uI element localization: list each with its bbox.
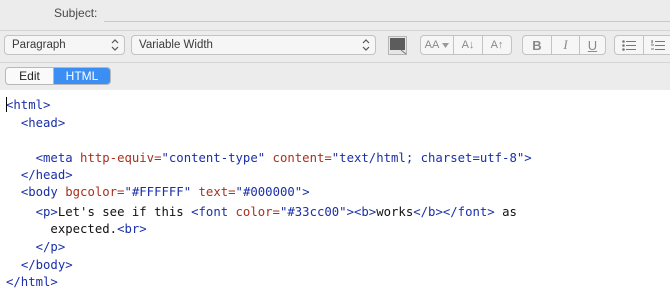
code-token: <body <box>20 185 66 199</box>
divider <box>0 30 670 31</box>
bold-label: B <box>532 37 542 53</box>
format-toolbar: Paragraph Variable Width AA A↓ A↑ B I U <box>0 35 670 57</box>
code-token: content= <box>272 151 332 165</box>
code-token: </html> <box>6 275 58 289</box>
code-token: ><b> <box>346 205 377 219</box>
editor-mode-tabs: Edit HTML <box>5 67 111 85</box>
code-token: http-equiv= <box>80 151 162 165</box>
divider <box>0 62 670 63</box>
code-token: </p> <box>35 240 66 254</box>
code-token: "content-type" <box>161 151 266 165</box>
code-token: <br> <box>117 222 147 236</box>
list-group <box>614 35 670 55</box>
subject-row: Subject: <box>0 0 670 30</box>
compose-header: Subject: Paragraph Variable Width AA A↓ … <box>0 0 670 90</box>
updown-chevron-icon <box>111 39 119 51</box>
italic-label: I <box>563 37 568 52</box>
font-size-group: AA A↓ A↑ <box>420 35 512 55</box>
code-line: <html> <box>6 97 50 113</box>
code-line: </head> <box>6 167 73 183</box>
text-cursor <box>6 97 7 112</box>
code-token: </b></font> <box>413 205 495 219</box>
code-token: as <box>494 205 517 219</box>
subject-label: Subject: <box>54 6 98 20</box>
font-select-label: Variable Width <box>139 39 213 51</box>
decrease-font-label: A↓ <box>461 39 475 51</box>
text-style-group: B I U <box>522 35 606 55</box>
code-token: Let's see if this <box>57 205 192 219</box>
bullet-list-icon <box>622 39 636 51</box>
code-token: <head> <box>20 116 66 130</box>
underline-label: U <box>587 37 598 53</box>
tab-edit[interactable]: Edit <box>6 68 54 84</box>
italic-button[interactable]: I <box>551 36 579 54</box>
chevron-down-icon <box>442 42 450 48</box>
numbered-list-icon <box>650 39 665 50</box>
code-line: <head> <box>6 115 65 131</box>
code-token: "#FFFFFF" <box>124 185 192 199</box>
code-token: > <box>524 151 532 165</box>
code-line: </html> <box>6 274 58 290</box>
code-token: <p> <box>35 205 58 219</box>
font-select[interactable]: Variable Width <box>131 35 376 55</box>
html-source-editor[interactable]: <html> <head> <meta http-equiv="content-… <box>0 91 670 300</box>
numbered-list-button[interactable] <box>643 36 670 54</box>
code-token: text= <box>198 185 236 199</box>
code-token: <meta <box>35 151 81 165</box>
code-line: expected.<br> <box>6 221 147 237</box>
updown-chevron-icon <box>362 39 370 51</box>
font-size-menu-button[interactable]: AA <box>421 36 453 54</box>
code-token: bgcolor= <box>65 185 125 199</box>
text-color-icon[interactable] <box>388 36 407 55</box>
code-line: </body> <box>6 257 73 273</box>
bold-button[interactable]: B <box>523 36 551 54</box>
tab-html[interactable]: HTML <box>54 68 110 84</box>
code-line: <body bgcolor="#FFFFFF" text="#000000"> <box>6 184 310 200</box>
code-token: > <box>302 185 310 199</box>
code-token: <html> <box>6 98 51 112</box>
font-size-label: AA <box>424 39 440 51</box>
code-token: color= <box>235 205 280 219</box>
increase-font-label: A↑ <box>490 39 504 51</box>
code-token: </head> <box>20 168 73 182</box>
decrease-font-button[interactable]: A↓ <box>453 36 482 54</box>
underline-button[interactable]: U <box>579 36 605 54</box>
code-token: "#33cc00" <box>279 205 347 219</box>
increase-font-button[interactable]: A↑ <box>482 36 511 54</box>
code-token: </body> <box>20 258 73 272</box>
code-token: "#000000" <box>235 185 303 199</box>
subject-field[interactable] <box>104 21 670 22</box>
code-line: </p> <box>6 239 66 255</box>
code-token: "text/html; charset=utf-8" <box>331 151 525 165</box>
bulleted-list-button[interactable] <box>615 36 643 54</box>
code-token: <font <box>191 205 236 219</box>
paragraph-select[interactable]: Paragraph <box>4 35 125 55</box>
code-token: works <box>376 205 414 219</box>
paragraph-select-label: Paragraph <box>12 39 66 51</box>
code-line: <p>Let's see if this <font color="#33cc0… <box>6 204 517 220</box>
code-line: <meta http-equiv="content-type" content=… <box>6 150 532 166</box>
code-token: expected. <box>6 222 118 236</box>
